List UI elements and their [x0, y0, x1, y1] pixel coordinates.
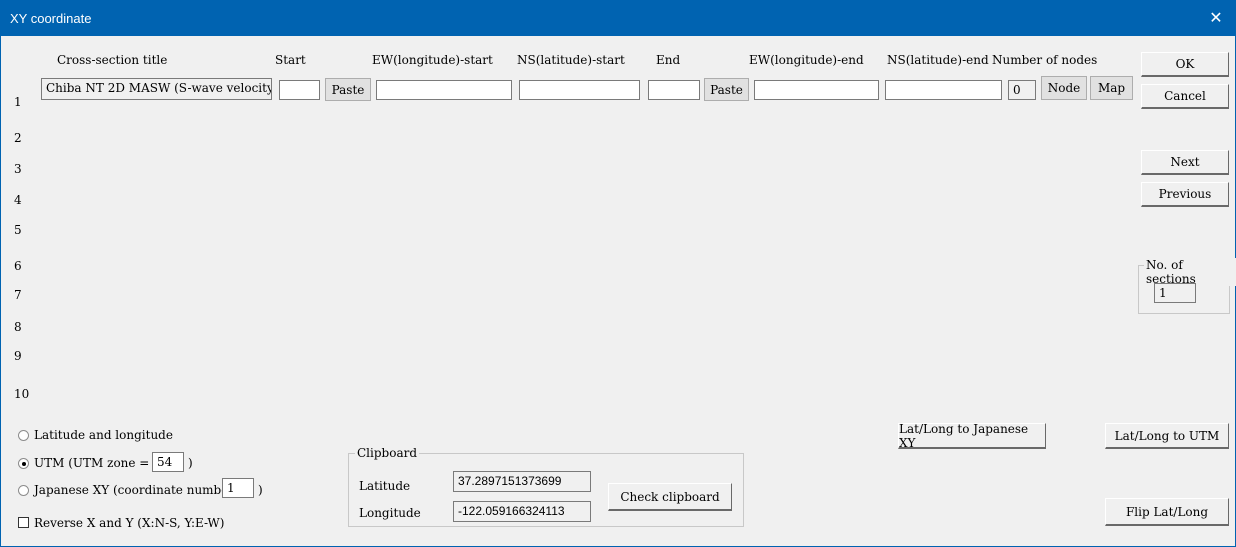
ok-button[interactable]: OK	[1141, 52, 1229, 77]
paste-end-button[interactable]: Paste	[704, 78, 749, 101]
latlong-to-utm-button[interactable]: Lat/Long to UTM	[1105, 423, 1229, 449]
header-ns-start: NS(latitude)-start	[517, 53, 625, 67]
row-number: 6	[14, 259, 22, 273]
reverse-xy-checkbox[interactable]	[18, 517, 29, 528]
header-start: Start	[275, 53, 306, 67]
row-number: 2	[14, 131, 22, 145]
japanese-xy-label: Japanese XY (coordinate number =	[34, 483, 248, 497]
row-number: 7	[14, 288, 22, 302]
end-field[interactable]	[648, 80, 700, 100]
paste-start-button[interactable]: Paste	[325, 78, 371, 101]
utm-suffix: )	[188, 456, 193, 470]
row-number: 1	[14, 95, 22, 109]
window-title: XY coordinate	[10, 11, 92, 26]
row-number: 4	[14, 193, 22, 207]
header-title: Cross-section title	[57, 53, 168, 67]
ns-end-field[interactable]	[885, 80, 1002, 100]
title-bar: XY coordinate ✕	[0, 0, 1236, 36]
close-icon[interactable]: ✕	[1196, 0, 1236, 36]
row-number: 10	[14, 387, 30, 401]
map-button[interactable]: Map	[1090, 76, 1133, 100]
cancel-button[interactable]: Cancel	[1141, 84, 1229, 109]
row-number: 8	[14, 320, 22, 334]
latlong-radio[interactable]	[18, 430, 29, 441]
header-ew-end: EW(longitude)-end	[749, 53, 864, 67]
previous-button[interactable]: Previous	[1141, 182, 1229, 207]
clipboard-latitude-field: 37.2897151373699	[453, 471, 591, 492]
row-number: 5	[14, 223, 22, 237]
row-number: 9	[14, 349, 22, 363]
sections-count-field: 1	[1154, 283, 1196, 303]
ew-end-field[interactable]	[754, 80, 879, 100]
ns-start-field[interactable]	[519, 80, 640, 100]
reverse-xy-label: Reverse X and Y (X:N-S, Y:E-W)	[34, 516, 225, 530]
flip-latlong-button[interactable]: Flip Lat/Long	[1105, 498, 1229, 526]
check-clipboard-button[interactable]: Check clipboard	[608, 483, 732, 511]
latlong-to-japanese-xy-button[interactable]: Lat/Long to Japanese XY	[898, 422, 1046, 450]
sections-label: No. of sections	[1144, 258, 1236, 286]
latitude-label: Latitude	[359, 479, 411, 493]
ew-start-field[interactable]	[376, 80, 512, 100]
next-button[interactable]: Next	[1141, 150, 1229, 175]
nodes-count-field: 0	[1008, 80, 1036, 100]
coordinate-number-field[interactable]: 1	[222, 478, 254, 498]
utm-radio[interactable]	[18, 458, 29, 469]
utm-zone-field[interactable]: 54	[152, 452, 184, 472]
start-field[interactable]	[279, 80, 320, 100]
longitude-label: Longitude	[359, 506, 421, 520]
japanese-xy-suffix: )	[258, 483, 263, 497]
header-end: End	[656, 53, 681, 67]
row-number: 3	[14, 162, 22, 176]
header-ns-end: NS(latitude)-end	[887, 53, 989, 67]
latlong-label: Latitude and longitude	[34, 428, 173, 442]
header-nodes: Number of nodes	[992, 53, 1098, 67]
node-button[interactable]: Node	[1041, 76, 1087, 100]
header-ew-start: EW(longitude)-start	[372, 53, 493, 67]
clipboard-longitude-field: -122.059166324113	[453, 501, 591, 522]
japanese-xy-radio[interactable]	[18, 485, 29, 496]
clipboard-label: Clipboard	[355, 446, 420, 460]
section-title-field[interactable]: Chiba NT 2D MASW (S-wave velocity sectio	[41, 78, 272, 100]
utm-label: UTM (UTM zone =	[34, 456, 150, 470]
